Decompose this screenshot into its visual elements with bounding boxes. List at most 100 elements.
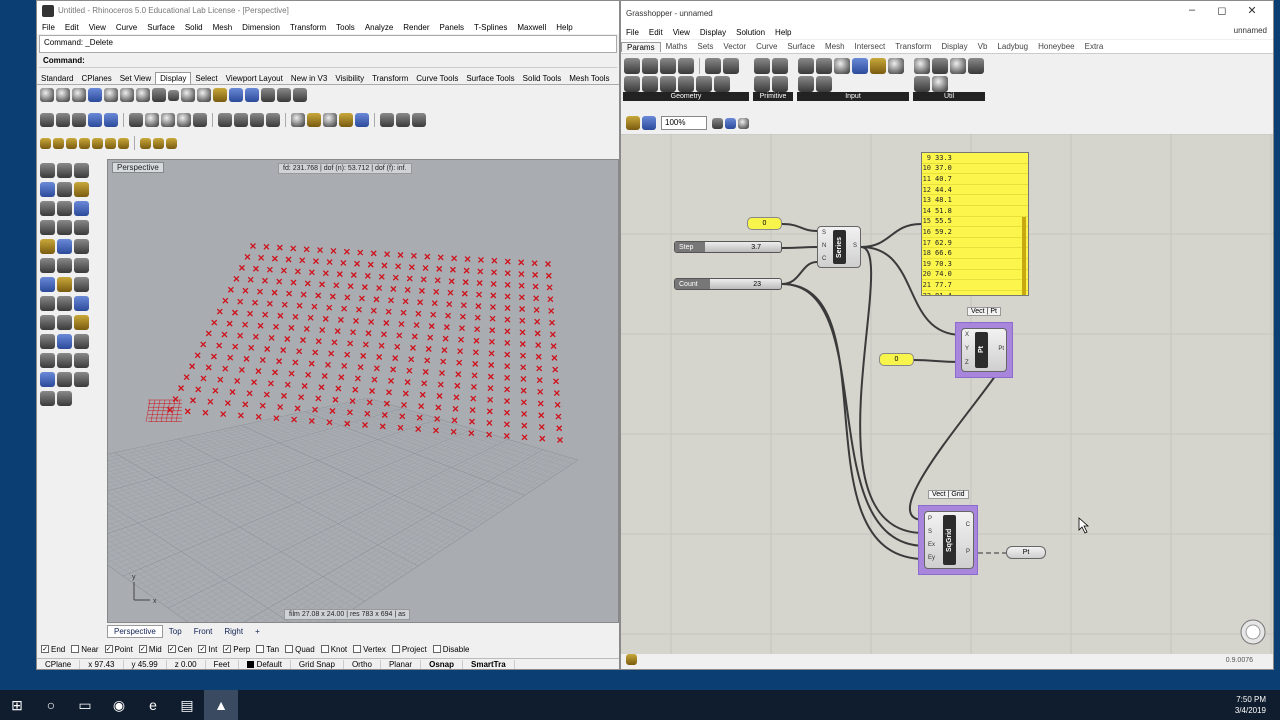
series-output-panel[interactable]: 9 33.3 10 37.0 11 40.7 12 44.4 13 48.1 14 51.8 15 55.…: [921, 152, 1029, 296]
grid-point[interactable]: [333, 282, 340, 289]
grid-point[interactable]: [487, 373, 494, 380]
grid-point[interactable]: [395, 263, 402, 270]
save-icon[interactable]: [104, 113, 118, 127]
select-points-icon[interactable]: [56, 113, 70, 127]
grid-point[interactable]: [434, 277, 441, 284]
grid-point[interactable]: [368, 319, 375, 325]
sphere-icon[interactable]: [57, 239, 72, 254]
grid-point[interactable]: [462, 279, 469, 286]
grid-point[interactable]: [248, 344, 255, 351]
grid-point[interactable]: [325, 361, 331, 368]
camera-3-icon[interactable]: [412, 113, 426, 127]
osnap-checkbox-vertex[interactable]: [353, 645, 362, 653]
snap-cen-icon[interactable]: [79, 137, 90, 149]
gh-tab-mesh[interactable]: Mesh: [820, 42, 850, 51]
capture-icon[interactable]: [168, 89, 179, 101]
grid-point[interactable]: [535, 353, 542, 360]
grid-point[interactable]: [410, 344, 416, 351]
grid-point[interactable]: [344, 294, 351, 301]
grid-point[interactable]: [250, 243, 256, 249]
grid-point[interactable]: [459, 325, 465, 332]
grid-point[interactable]: [536, 365, 543, 372]
grid-point[interactable]: [252, 265, 259, 272]
task-view-icon[interactable]: ▭: [68, 690, 102, 720]
menu-surface[interactable]: Surface: [142, 23, 180, 32]
menu-edit[interactable]: Edit: [60, 23, 84, 32]
grid-point[interactable]: [210, 353, 217, 360]
grid-point[interactable]: [257, 288, 263, 295]
grid-point[interactable]: [475, 303, 482, 310]
grid-point[interactable]: [454, 382, 461, 389]
grid-point[interactable]: [291, 416, 298, 423]
grid-point[interactable]: [532, 283, 539, 290]
grid-point[interactable]: [341, 363, 348, 369]
mesh-param-icon[interactable]: [660, 76, 676, 92]
grid-point[interactable]: [557, 437, 563, 443]
toolbar-tab-select[interactable]: Select: [191, 73, 221, 84]
grid-point[interactable]: [545, 261, 551, 267]
grid-point[interactable]: [472, 360, 479, 367]
osnap-checkbox-near[interactable]: [71, 645, 80, 653]
grid-point[interactable]: [290, 245, 297, 252]
grid-point[interactable]: [378, 342, 385, 349]
grid-point[interactable]: [221, 331, 228, 338]
surface-icon[interactable]: [57, 220, 72, 235]
trim-icon[interactable]: [57, 277, 72, 292]
grid-point[interactable]: [280, 347, 287, 354]
grid-point[interactable]: [373, 365, 380, 372]
grid-point[interactable]: [330, 247, 337, 254]
grid-point[interactable]: [292, 359, 299, 366]
grid-point[interactable]: [273, 323, 279, 330]
grid-point[interactable]: [358, 295, 365, 302]
grid-point[interactable]: [296, 348, 303, 355]
grid-point[interactable]: [519, 306, 526, 312]
grid-point[interactable]: [318, 384, 325, 391]
grid-point[interactable]: [477, 256, 484, 263]
layout-list-icon[interactable]: [266, 113, 280, 127]
grid-point[interactable]: [422, 265, 429, 272]
grid-point[interactable]: [264, 346, 271, 352]
grid-point[interactable]: [549, 319, 555, 326]
grid-point[interactable]: [259, 402, 266, 409]
grid-point[interactable]: [471, 372, 478, 379]
grid-point[interactable]: [552, 366, 559, 373]
grid-point[interactable]: [172, 396, 179, 403]
offset-icon[interactable]: [40, 334, 55, 349]
ghosted-icon[interactable]: [88, 88, 102, 102]
grid-point[interactable]: [470, 395, 477, 402]
pen-icon[interactable]: [152, 88, 166, 102]
mesh-icon[interactable]: [74, 239, 89, 254]
grid-point[interactable]: [231, 309, 238, 316]
grid-point[interactable]: [397, 252, 404, 258]
osnap-checkbox-disable[interactable]: [432, 645, 441, 653]
menu-tools[interactable]: Tools: [331, 23, 360, 32]
viewport-label[interactable]: Perspective: [112, 162, 164, 173]
point-icon[interactable]: [57, 163, 72, 178]
start-icon[interactable]: ⊞: [0, 690, 34, 720]
grid-point[interactable]: [447, 289, 454, 296]
grid-point[interactable]: [284, 336, 291, 342]
grid-point[interactable]: [518, 282, 525, 289]
menu-maxwell[interactable]: Maxwell: [512, 23, 551, 32]
snap-quad-icon[interactable]: [140, 137, 151, 149]
grid-point[interactable]: [427, 334, 434, 341]
close-viewport-icon[interactable]: [277, 88, 291, 102]
layout-3-icon[interactable]: [250, 113, 264, 127]
polygon-icon[interactable]: [74, 201, 89, 216]
select-curves-icon[interactable]: [72, 113, 86, 127]
light-tool-icon[interactable]: [57, 391, 72, 406]
toolbar-tab-transform[interactable]: Transform: [368, 73, 412, 84]
preview-eye-icon[interactable]: [725, 117, 736, 129]
toolbar-tab-visibility[interactable]: Visibility: [331, 73, 368, 84]
grid-point[interactable]: [408, 264, 415, 271]
grid-point[interactable]: [369, 388, 376, 394]
grid-point[interactable]: [440, 358, 447, 365]
osnap-project[interactable]: Project: [391, 645, 427, 654]
osnap-perp[interactable]: ✓ Perp: [223, 645, 250, 654]
turntable-icon[interactable]: [229, 88, 243, 102]
grid-point[interactable]: [390, 286, 397, 292]
grid-point[interactable]: [546, 284, 553, 291]
grid-point[interactable]: [354, 375, 361, 382]
grid-point[interactable]: [378, 273, 385, 280]
osnap-checkbox-cen[interactable]: ✓: [167, 645, 176, 653]
